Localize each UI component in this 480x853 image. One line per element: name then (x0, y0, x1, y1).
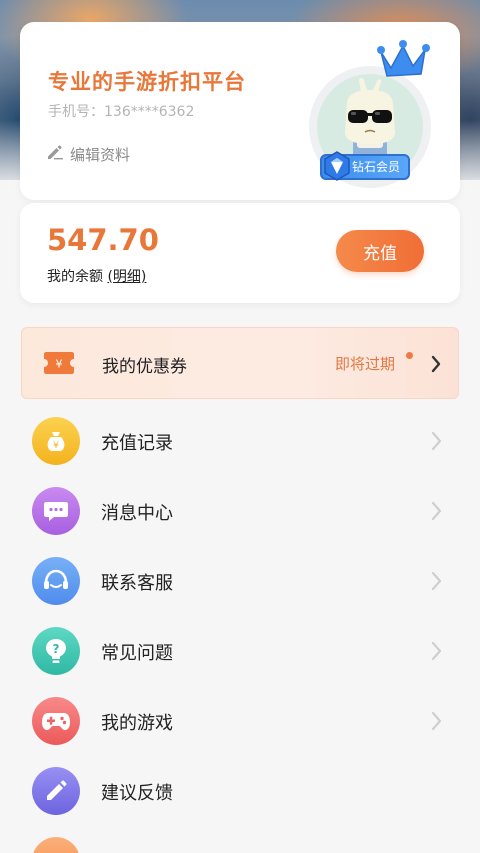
balance-label-row: 我的余额 (明细) (47, 266, 146, 286)
coupon-row[interactable]: ¥ 我的优惠券 即将过期 (21, 327, 459, 399)
platform-slogan: 专业的手游折扣平台 (48, 70, 246, 94)
partial-menu-icon (32, 837, 80, 853)
menu-item-customer-service[interactable]: 联系客服 (20, 545, 460, 615)
pencil-icon (32, 767, 80, 815)
chevron-right-icon (430, 355, 442, 377)
menu-item-label: 我的游戏 (101, 713, 173, 734)
chevron-right-icon (430, 501, 442, 525)
menu-item-recharge-records[interactable]: ¥ 充值记录 (20, 405, 460, 475)
vip-badge: 钻石会员 (320, 151, 411, 181)
phone-number: 手机号：136****6362 (48, 104, 195, 120)
coupon-expiring-status: 即将过期 (335, 355, 396, 373)
balance-detail-link[interactable]: (明细) (107, 269, 146, 285)
vip-level-label: 钻石会员 (352, 160, 401, 174)
money-bag-icon: ¥ (32, 417, 80, 465)
menu-item-label: 联系客服 (101, 573, 173, 594)
coupon-ticket-icon: ¥ (44, 352, 74, 378)
chevron-right-icon (430, 641, 442, 665)
svg-text:¥: ¥ (53, 441, 59, 451)
menu-item-label: 建议反馈 (101, 783, 173, 804)
profile-page: 专业的手游折扣平台 手机号：136****6362 编辑资料 钻石会员 547.… (0, 0, 480, 853)
svg-text:?: ? (53, 642, 60, 656)
balance-amount: 547.70 (47, 223, 159, 257)
svg-text:¥: ¥ (56, 358, 63, 371)
menu-item-label: 充值记录 (101, 433, 173, 454)
menu-item-faq[interactable]: ? 常见问题 (20, 615, 460, 685)
chevron-right-icon (430, 571, 442, 595)
menu-item-label: 消息中心 (101, 503, 173, 524)
menu-item-partial[interactable] (20, 825, 460, 853)
balance-card: 547.70 我的余额 (明细) 充值 (20, 203, 460, 303)
notification-dot (406, 352, 413, 359)
menu-item-message-center[interactable]: 消息中心 (20, 475, 460, 545)
edit-profile-label: 编辑资料 (70, 145, 131, 164)
recharge-button[interactable]: 充值 (336, 230, 424, 272)
balance-label: 我的余额 (47, 269, 103, 285)
question-icon: ? (32, 627, 80, 675)
pencil-icon (46, 143, 64, 165)
diamond-icon (324, 151, 350, 188)
menu-item-label: 常见问题 (101, 643, 173, 664)
gamepad-icon (32, 697, 80, 745)
chevron-right-icon (430, 431, 442, 455)
coupon-title: 我的优惠券 (102, 357, 187, 377)
message-icon (32, 487, 80, 535)
headset-icon (32, 557, 80, 605)
menu-item-my-games[interactable]: 我的游戏 (20, 685, 460, 755)
crown-icon (375, 38, 431, 86)
profile-card: 专业的手游折扣平台 手机号：136****6362 编辑资料 钻石会员 (20, 22, 460, 200)
chevron-right-icon (430, 711, 442, 735)
menu-item-feedback[interactable]: 建议反馈 (20, 755, 460, 825)
edit-profile-button[interactable]: 编辑资料 (46, 143, 130, 165)
